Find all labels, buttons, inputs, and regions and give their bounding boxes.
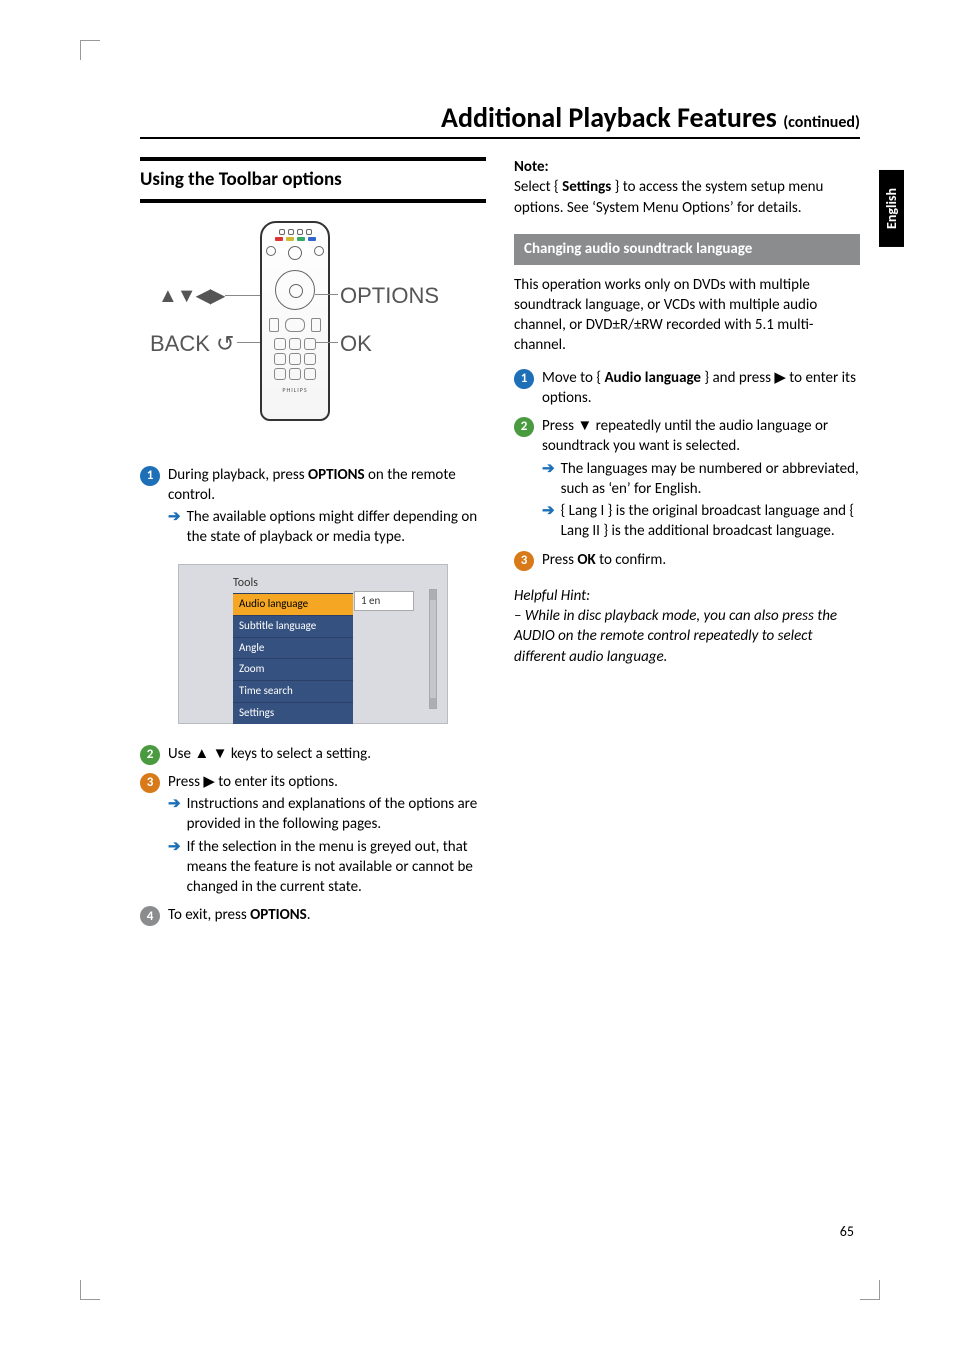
tools-item: Time search bbox=[233, 680, 353, 702]
step-2: 2 Use ▲ ▼ keys to select a setting. bbox=[140, 744, 486, 766]
step-1: 1 During playback, press OPTIONS on the … bbox=[140, 465, 486, 550]
crop-mark bbox=[80, 40, 100, 60]
step-text: to confirm. bbox=[596, 551, 666, 569]
nav-keys-label: ▲▼◀▶ bbox=[158, 283, 224, 310]
sub-heading: Changing audio soundtrack language bbox=[514, 234, 860, 265]
step-2: 2 Press ▼ repeatedly until the audio lan… bbox=[514, 416, 860, 544]
ok-key-label: OK bbox=[340, 329, 372, 359]
tools-menu-screenshot: Tools Audio language Subtitle language A… bbox=[178, 564, 448, 724]
remote-brand: PHILIPS bbox=[262, 386, 328, 394]
section-header: Using the Toolbar options bbox=[140, 157, 486, 203]
section-title: Using the Toolbar options bbox=[140, 167, 486, 193]
title-continued: (continued) bbox=[783, 113, 860, 132]
page-number: 65 bbox=[840, 1223, 854, 1240]
arrow-icon: ➔ bbox=[542, 501, 555, 542]
arrow-icon: ➔ bbox=[542, 459, 555, 500]
note-heading: Note: bbox=[514, 157, 860, 177]
step-note: If the selection in the menu is greyed o… bbox=[187, 837, 486, 898]
tools-item: Settings bbox=[233, 702, 353, 724]
hint-heading: Helpful Hint: bbox=[514, 586, 860, 606]
tools-selected-value: 1 en bbox=[354, 591, 414, 612]
right-column: Note: Select { Settings } to access the … bbox=[514, 157, 860, 934]
step-text: Press ▼ repeatedly until the audio langu… bbox=[542, 416, 860, 457]
step-1: 1 Move to { Audio language } and press ▶… bbox=[514, 368, 860, 411]
step-text: Press ▶ to enter its options. bbox=[168, 772, 486, 792]
step-number-icon: 2 bbox=[514, 417, 534, 437]
tools-item-selected: Audio language bbox=[233, 593, 353, 615]
step-text: Press bbox=[542, 551, 577, 569]
step-bold: OK bbox=[577, 551, 595, 569]
step-bold: OPTIONS bbox=[250, 906, 307, 924]
language-tab: English bbox=[879, 170, 904, 247]
step-text: . bbox=[307, 906, 311, 924]
arrow-icon: ➔ bbox=[168, 507, 181, 548]
arrow-icon: ➔ bbox=[168, 837, 181, 898]
step-number-icon: 1 bbox=[514, 369, 534, 389]
step-bold: OPTIONS bbox=[308, 466, 365, 484]
step-note: The available options might differ depen… bbox=[187, 507, 486, 548]
scrollbar bbox=[429, 589, 437, 709]
step-text: Move to { bbox=[542, 369, 604, 387]
remote-body: PHILIPS bbox=[260, 221, 330, 421]
tools-item: Subtitle language bbox=[233, 615, 353, 637]
tools-title: Tools bbox=[189, 575, 437, 591]
step-number-icon: 3 bbox=[140, 773, 160, 793]
tools-list: Audio language Subtitle language Angle Z… bbox=[233, 593, 353, 724]
step-number-icon: 1 bbox=[140, 466, 160, 486]
page-title: Additional Playback Features (continued) bbox=[140, 100, 860, 139]
dpad-icon bbox=[275, 270, 315, 310]
options-key-label: OPTIONS bbox=[340, 281, 439, 311]
note-body: Select { Settings } to access the system… bbox=[514, 177, 860, 218]
step-3: 3 Press ▶ to enter its options. ➔Instruc… bbox=[140, 772, 486, 900]
hint-body: – While in disc playback mode, you can a… bbox=[514, 606, 860, 667]
tools-item: Zoom bbox=[233, 658, 353, 680]
step-note: { Lang I } is the original broadcast lan… bbox=[561, 501, 860, 542]
remote-diagram: PHILIPS ▲▼◀▶ BACK ↺ OPTIONS OK bbox=[140, 221, 486, 441]
step-bold: Audio language bbox=[604, 369, 701, 387]
title-main: Additional Playback Features bbox=[441, 100, 783, 135]
crop-mark bbox=[80, 1280, 100, 1300]
step-4: 4 To exit, press OPTIONS. bbox=[140, 905, 486, 927]
crop-mark bbox=[860, 1280, 880, 1300]
step-number-icon: 4 bbox=[140, 906, 160, 926]
back-key-label: BACK ↺ bbox=[150, 329, 234, 359]
left-column: Using the Toolbar options bbox=[140, 157, 486, 934]
step-3: 3 Press OK to confirm. bbox=[514, 550, 860, 572]
step-note: The languages may be numbered or abbrevi… bbox=[561, 459, 860, 500]
arrow-icon: ➔ bbox=[168, 794, 181, 835]
step-text: During playback, press bbox=[168, 466, 308, 484]
step-number-icon: 2 bbox=[140, 745, 160, 765]
step-note: Instructions and explanations of the opt… bbox=[187, 794, 486, 835]
tools-item: Angle bbox=[233, 637, 353, 659]
step-text: To exit, press bbox=[168, 906, 250, 924]
step-number-icon: 3 bbox=[514, 551, 534, 571]
step-text: Use ▲ ▼ keys to select a setting. bbox=[168, 744, 486, 764]
intro-text: This operation works only on DVDs with m… bbox=[514, 275, 860, 356]
